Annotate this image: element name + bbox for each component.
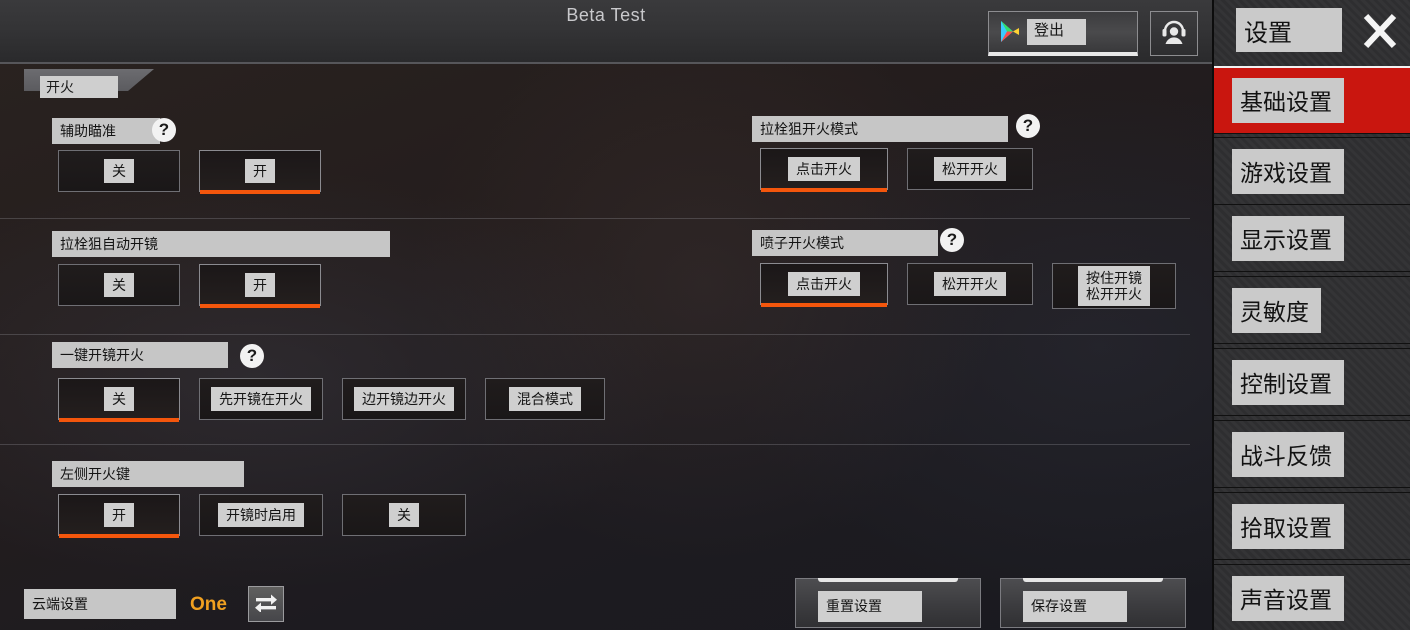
- option-button[interactable]: 开: [58, 494, 180, 538]
- group-title: 左侧开火键: [52, 461, 244, 487]
- option-button[interactable]: 点击开火: [760, 148, 888, 192]
- logout-button[interactable]: 登出: [988, 11, 1138, 56]
- group-title: 拉栓狙自动开镜: [52, 231, 390, 257]
- tab-fire[interactable]: 开火: [40, 76, 118, 98]
- reset-settings-button[interactable]: 重置设置: [795, 578, 981, 628]
- option-row: 点击开火 松开开火: [760, 148, 1052, 192]
- option-label: 开: [245, 159, 275, 183]
- help-question-icon[interactable]: ?: [240, 344, 264, 368]
- save-settings-label: 保存设置: [1023, 591, 1127, 622]
- save-settings-button[interactable]: 保存设置: [1000, 578, 1186, 628]
- option-row: 关 先开镜在开火 边开镜边开火 混合模式: [58, 378, 624, 422]
- swap-arrows-icon: [254, 592, 278, 617]
- tab-strip: [0, 64, 1212, 96]
- google-play-icon: [999, 20, 1021, 44]
- option-label: 松开开火: [934, 157, 1006, 181]
- sidebar-item-5[interactable]: 控制设置: [1214, 348, 1410, 416]
- option-row: 开 开镜时启用 关: [58, 494, 485, 538]
- help-question-icon[interactable]: ?: [940, 228, 964, 252]
- sidebar-item-6[interactable]: 战斗反馈: [1214, 420, 1410, 488]
- option-row: 关开: [58, 264, 340, 308]
- option-button[interactable]: 关: [342, 494, 466, 536]
- headset-support-icon: [1159, 16, 1189, 51]
- sidebar-item-label: 基础设置: [1232, 78, 1344, 123]
- help-question-icon[interactable]: ?: [1016, 114, 1040, 138]
- option-label: 关: [104, 387, 134, 411]
- option-label: 点击开火: [788, 272, 860, 296]
- option-button[interactable]: 松开开火: [907, 148, 1033, 190]
- group-title: 辅助瞄准: [52, 118, 160, 144]
- option-label: 关: [104, 273, 134, 297]
- option-button[interactable]: 松开开火: [907, 263, 1033, 305]
- option-label: 混合模式: [509, 387, 581, 411]
- support-button[interactable]: [1150, 11, 1198, 56]
- sidebar-item-label: 声音设置: [1232, 575, 1344, 621]
- option-label: 开: [245, 273, 275, 297]
- sidebar-item-8[interactable]: 声音设置: [1214, 564, 1410, 630]
- option-button[interactable]: 点击开火: [760, 263, 888, 307]
- option-label: 点击开火: [788, 157, 860, 181]
- option-label: 关: [389, 503, 419, 527]
- sidebar-item-label: 战斗反馈: [1232, 431, 1344, 477]
- sidebar-item-2[interactable]: 游戏设置: [1214, 137, 1410, 205]
- sidebar-item-label: 显示设置: [1232, 215, 1344, 261]
- top-header-bar: Beta Test 登出: [0, 0, 1212, 64]
- option-button[interactable]: 边开镜边开火: [342, 378, 466, 420]
- option-label: 开: [104, 503, 134, 527]
- settings-screen: Beta Test 登出 开火 辅助瞄准 ? 关 开 拉栓狙开火模式 ? 点击开…: [0, 0, 1410, 630]
- sidebar-item-7[interactable]: 拾取设置: [1214, 492, 1410, 560]
- option-label: 开镜时启用: [218, 503, 304, 527]
- sidebar-item-3[interactable]: 显示设置: [1214, 204, 1410, 272]
- row-divider: [0, 334, 1190, 335]
- sidebar-item-label: 控制设置: [1232, 359, 1344, 405]
- option-button[interactable]: 开镜时启用: [199, 494, 323, 536]
- group-title: 一键开镜开火: [52, 342, 228, 368]
- option-label: 松开开火: [934, 272, 1006, 296]
- option-button[interactable]: 关: [58, 378, 180, 422]
- option-button[interactable]: 关: [58, 264, 180, 306]
- row-divider: [0, 444, 1190, 445]
- reset-settings-label: 重置设置: [818, 591, 922, 622]
- option-button[interactable]: 关: [58, 150, 180, 192]
- logout-label: 登出: [1027, 19, 1087, 45]
- sidebar: 设置 基础设置游戏设置显示设置灵敏度控制设置战斗反馈拾取设置声音设置 ↑ ✕ ↑: [1212, 0, 1410, 630]
- option-row: 关开: [58, 150, 340, 194]
- option-label: 先开镜在开火: [211, 387, 311, 411]
- option-button[interactable]: 按住开镜 松开开火: [1052, 263, 1176, 309]
- sidebar-item-label: 灵敏度: [1232, 287, 1321, 333]
- sidebar-item-1[interactable]: 基础设置: [1214, 66, 1410, 134]
- cloud-settings-label: 云端设置: [24, 589, 176, 619]
- option-button[interactable]: 开: [199, 264, 321, 308]
- option-label: 关: [104, 159, 134, 183]
- sidebar-item-4[interactable]: 灵敏度: [1214, 276, 1410, 344]
- option-button[interactable]: 先开镜在开火: [199, 378, 323, 420]
- row-divider: [0, 218, 1190, 219]
- sidebar-item-label: 游戏设置: [1232, 148, 1344, 194]
- sidebar-header: 设置: [1214, 0, 1410, 60]
- sidebar-heading: 设置: [1236, 8, 1342, 52]
- close-x-icon[interactable]: [1358, 10, 1402, 52]
- sidebar-item-label: 拾取设置: [1232, 503, 1344, 549]
- option-button[interactable]: 混合模式: [485, 378, 605, 420]
- option-button[interactable]: 开: [199, 150, 321, 194]
- option-label: 按住开镜 松开开火: [1078, 266, 1150, 306]
- cloud-settings-value: One: [190, 594, 227, 615]
- help-question-icon[interactable]: ?: [152, 118, 176, 142]
- option-row: 点击开火 松开开火 按住开镜 松开开火: [760, 263, 1195, 309]
- option-label: 边开镜边开火: [354, 387, 454, 411]
- group-title: 喷子开火模式: [752, 230, 938, 256]
- group-title: 拉栓狙开火模式: [752, 116, 1008, 142]
- swap-button[interactable]: [248, 586, 284, 622]
